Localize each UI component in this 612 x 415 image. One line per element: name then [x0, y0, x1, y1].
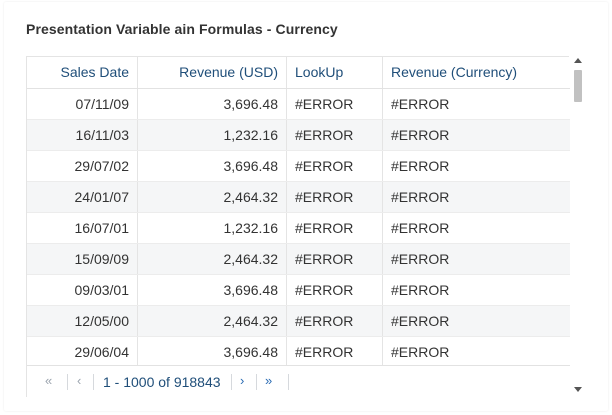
cell-revenue-currency: #ERROR [391, 127, 450, 143]
table-row: 16/07/01 1,232.16 #ERROR #ERROR [27, 213, 570, 244]
cell-sales-date: 09/03/01 [27, 275, 138, 305]
table-row: 07/11/09 3,696.48 #ERROR #ERROR [27, 89, 570, 120]
column-header-lookup[interactable]: LookUp [287, 57, 383, 88]
pager-divider [67, 374, 68, 390]
cell-revenue-usd: 2,464.32 [138, 182, 287, 212]
cell-revenue-currency: #ERROR [391, 158, 450, 174]
cell-lookup: #ERROR [287, 306, 383, 336]
column-header-revenue-currency[interactable]: Revenue (Currency) [383, 57, 570, 88]
data-table: Sales Date Revenue (USD) LookUp Revenue … [26, 56, 570, 397]
cell-sales-date: 29/07/02 [27, 151, 138, 181]
cell-sales-date: 12/05/00 [27, 306, 138, 336]
cell-revenue-currency: #ERROR [391, 344, 450, 360]
cell-lookup: #ERROR [287, 213, 383, 243]
cell-revenue-usd: 3,696.48 [138, 275, 287, 305]
cell-lookup: #ERROR [287, 151, 383, 181]
cell-lookup: #ERROR [287, 337, 383, 365]
next-page-button[interactable]: › [240, 373, 244, 388]
cell-lookup: #ERROR [287, 244, 383, 274]
cell-revenue-usd: 2,464.32 [138, 306, 287, 336]
cell-sales-date: 16/11/03 [27, 120, 138, 150]
cell-revenue-usd: 1,232.16 [138, 213, 287, 243]
cell-sales-date: 15/09/09 [27, 244, 138, 274]
table-row: 15/09/09 2,464.32 #ERROR #ERROR [27, 244, 570, 275]
previous-page-button[interactable]: ‹ [77, 373, 81, 388]
table-row: 29/06/04 3,696.48 #ERROR #ERROR [27, 337, 570, 365]
cell-revenue-usd: 2,464.32 [138, 244, 287, 274]
table-body: 07/11/09 3,696.48 #ERROR #ERROR 16/11/03… [27, 89, 570, 365]
cell-sales-date: 16/07/01 [27, 213, 138, 243]
cell-sales-date: 07/11/09 [27, 89, 138, 119]
table-row: 09/03/01 3,696.48 #ERROR #ERROR [27, 275, 570, 306]
scroll-down-arrow-icon[interactable] [574, 387, 582, 392]
cell-revenue-currency: #ERROR [391, 282, 450, 298]
cell-revenue-currency: #ERROR [391, 220, 450, 236]
cell-revenue-usd: 3,696.48 [138, 337, 287, 365]
cell-revenue-currency: #ERROR [391, 96, 450, 112]
scrollbar-thumb[interactable] [574, 70, 582, 102]
table-header: Sales Date Revenue (USD) LookUp Revenue … [27, 57, 570, 89]
pagination-bar: « ‹ 1 - 1000 of 918843 › » [27, 365, 570, 397]
table-row: 12/05/00 2,464.32 #ERROR #ERROR [27, 306, 570, 337]
pager-divider [256, 374, 257, 390]
vertical-scrollbar[interactable] [571, 56, 585, 397]
cell-lookup: #ERROR [287, 275, 383, 305]
cell-revenue-usd: 1,232.16 [138, 120, 287, 150]
cell-revenue-usd: 3,696.48 [138, 151, 287, 181]
pager-divider [93, 374, 94, 390]
last-page-button[interactable]: » [265, 373, 272, 388]
cell-revenue-currency: #ERROR [391, 189, 450, 205]
pager-divider [288, 374, 289, 390]
first-page-button[interactable]: « [45, 373, 52, 388]
cell-revenue-currency: #ERROR [391, 313, 450, 329]
page-range-info: 1 - 1000 of 918843 [103, 374, 221, 390]
pager-divider [231, 374, 232, 390]
cell-sales-date: 29/06/04 [27, 337, 138, 365]
table-row: 29/07/02 3,696.48 #ERROR #ERROR [27, 151, 570, 182]
column-header-sales-date[interactable]: Sales Date [27, 57, 138, 88]
column-header-revenue-usd[interactable]: Revenue (USD) [138, 57, 287, 88]
table-row: 24/01/07 2,464.32 #ERROR #ERROR [27, 182, 570, 213]
cell-revenue-currency: #ERROR [391, 251, 450, 267]
cell-lookup: #ERROR [287, 120, 383, 150]
cell-lookup: #ERROR [287, 89, 383, 119]
scroll-up-arrow-icon[interactable] [574, 58, 582, 63]
report-title: Presentation Variable ain Formulas - Cur… [26, 21, 338, 37]
cell-revenue-usd: 3,696.48 [138, 89, 287, 119]
cell-sales-date: 24/01/07 [27, 182, 138, 212]
cell-lookup: #ERROR [287, 182, 383, 212]
table-row: 16/11/03 1,232.16 #ERROR #ERROR [27, 120, 570, 151]
